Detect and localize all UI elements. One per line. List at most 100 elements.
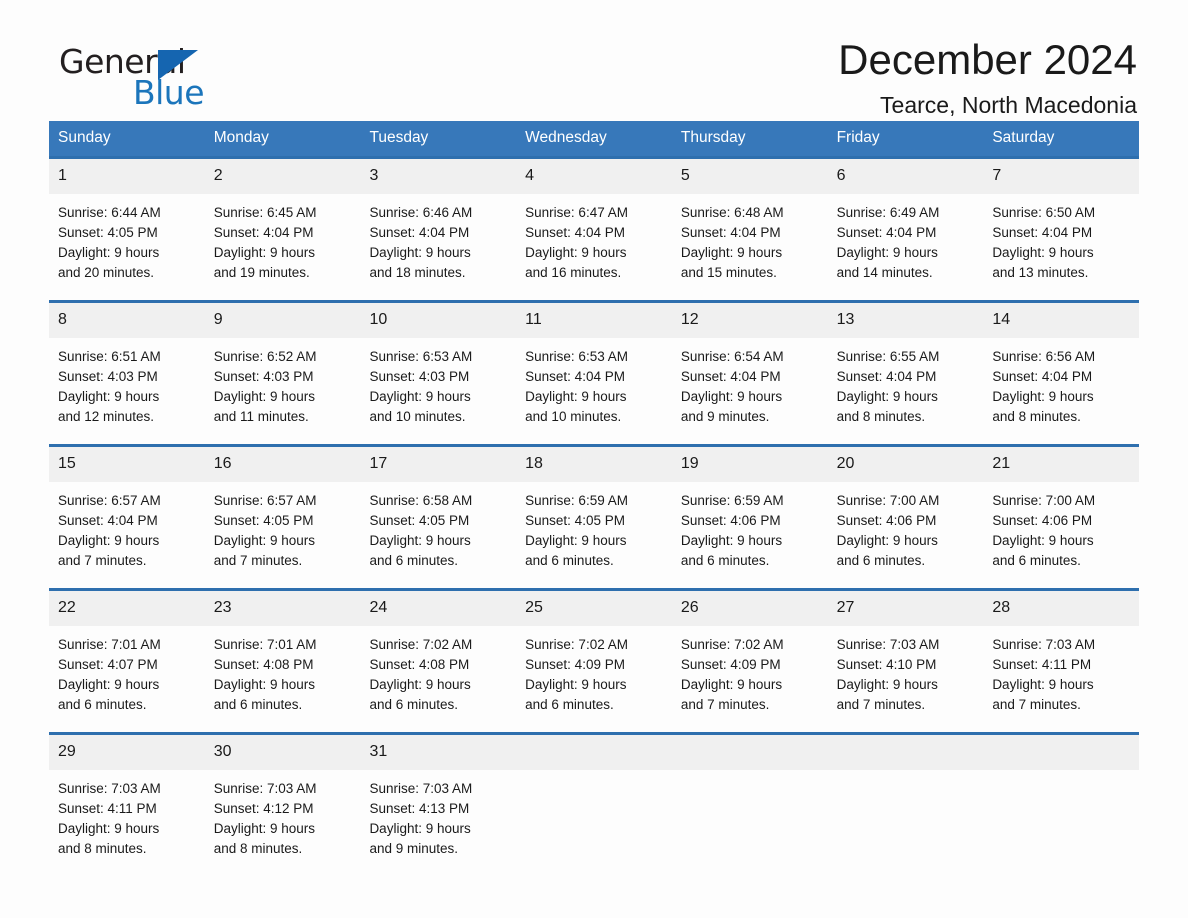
weekday-header-row: Sunday Monday Tuesday Wednesday Thursday… bbox=[49, 121, 1139, 156]
sunset-text: Sunset: 4:10 PM bbox=[836, 656, 937, 672]
daylight-text-line1: Daylight: 9 hours bbox=[58, 244, 160, 260]
sunrise-text: Sunrise: 7:00 AM bbox=[836, 492, 940, 508]
day-cell[interactable]: Sunrise: 6:56 AM Sunset: 4:04 PM Dayligh… bbox=[983, 338, 1139, 444]
day-number[interactable]: 3 bbox=[360, 159, 516, 194]
day-number-band: 22 23 24 25 26 27 28 bbox=[49, 590, 1139, 626]
day-number[interactable]: 22 bbox=[49, 591, 205, 626]
day-cell-row: Sunrise: 7:01 AM Sunset: 4:07 PM Dayligh… bbox=[49, 625, 1139, 732]
daylight-text-line1: Daylight: 9 hours bbox=[58, 820, 160, 836]
day-cell[interactable]: Sunrise: 7:01 AM Sunset: 4:08 PM Dayligh… bbox=[205, 626, 361, 732]
daylight-text-line2: and 10 minutes. bbox=[525, 408, 622, 424]
day-cell[interactable]: Sunrise: 6:48 AM Sunset: 4:04 PM Dayligh… bbox=[672, 194, 828, 300]
sunrise-text: Sunrise: 6:59 AM bbox=[680, 492, 784, 508]
day-number[interactable]: 20 bbox=[828, 447, 984, 482]
day-cell[interactable]: Sunrise: 6:59 AM Sunset: 4:06 PM Dayligh… bbox=[672, 482, 828, 588]
sunrise-text: Sunrise: 7:03 AM bbox=[836, 636, 940, 652]
daylight-text-line1: Daylight: 9 hours bbox=[992, 244, 1094, 260]
day-cell[interactable]: Sunrise: 6:57 AM Sunset: 4:04 PM Dayligh… bbox=[49, 482, 205, 588]
day-number[interactable]: 8 bbox=[49, 303, 205, 338]
day-number[interactable]: 18 bbox=[516, 447, 672, 482]
day-number[interactable]: 12 bbox=[672, 303, 828, 338]
day-cell[interactable]: Sunrise: 6:50 AM Sunset: 4:04 PM Dayligh… bbox=[983, 194, 1139, 300]
daylight-text-line2: and 13 minutes. bbox=[992, 264, 1089, 280]
day-number[interactable]: 2 bbox=[205, 159, 361, 194]
day-number[interactable]: 31 bbox=[360, 735, 516, 770]
day-number[interactable]: 21 bbox=[983, 447, 1139, 482]
day-number[interactable]: 15 bbox=[49, 447, 205, 482]
day-cell[interactable]: Sunrise: 6:53 AM Sunset: 4:03 PM Dayligh… bbox=[360, 338, 516, 444]
daylight-text-line1: Daylight: 9 hours bbox=[836, 532, 938, 548]
day-cell[interactable]: Sunrise: 7:03 AM Sunset: 4:10 PM Dayligh… bbox=[828, 626, 984, 732]
day-number-empty bbox=[672, 735, 828, 770]
sunset-text: Sunset: 4:04 PM bbox=[836, 368, 937, 384]
day-number[interactable]: 27 bbox=[828, 591, 984, 626]
day-number[interactable]: 25 bbox=[516, 591, 672, 626]
day-cell[interactable]: Sunrise: 6:54 AM Sunset: 4:04 PM Dayligh… bbox=[672, 338, 828, 444]
sunrise-text: Sunrise: 6:50 AM bbox=[992, 204, 1096, 220]
day-number[interactable]: 16 bbox=[205, 447, 361, 482]
day-cell[interactable]: Sunrise: 6:45 AM Sunset: 4:04 PM Dayligh… bbox=[205, 194, 361, 300]
daylight-text-line1: Daylight: 9 hours bbox=[58, 676, 160, 692]
sunset-text: Sunset: 4:03 PM bbox=[369, 368, 470, 384]
day-number[interactable]: 5 bbox=[672, 159, 828, 194]
day-cell[interactable]: Sunrise: 7:02 AM Sunset: 4:09 PM Dayligh… bbox=[672, 626, 828, 732]
day-cell[interactable]: Sunrise: 6:49 AM Sunset: 4:04 PM Dayligh… bbox=[828, 194, 984, 300]
day-cell[interactable]: Sunrise: 7:03 AM Sunset: 4:11 PM Dayligh… bbox=[983, 626, 1139, 732]
day-number[interactable]: 10 bbox=[360, 303, 516, 338]
day-number[interactable]: 6 bbox=[828, 159, 984, 194]
day-number[interactable]: 11 bbox=[516, 303, 672, 338]
daylight-text-line1: Daylight: 9 hours bbox=[369, 388, 471, 404]
day-number[interactable]: 23 bbox=[205, 591, 361, 626]
day-number[interactable]: 13 bbox=[828, 303, 984, 338]
calendar-page: General Blue December 2024 Tearce, North… bbox=[0, 0, 1188, 918]
day-number[interactable]: 28 bbox=[983, 591, 1139, 626]
day-cell[interactable]: Sunrise: 7:03 AM Sunset: 4:11 PM Dayligh… bbox=[49, 770, 205, 874]
day-number[interactable]: 7 bbox=[983, 159, 1139, 194]
day-number[interactable]: 30 bbox=[205, 735, 361, 770]
day-cell[interactable]: Sunrise: 7:00 AM Sunset: 4:06 PM Dayligh… bbox=[983, 482, 1139, 588]
sunrise-text: Sunrise: 6:58 AM bbox=[369, 492, 473, 508]
day-number[interactable]: 1 bbox=[49, 159, 205, 194]
day-cell[interactable]: Sunrise: 7:02 AM Sunset: 4:08 PM Dayligh… bbox=[360, 626, 516, 732]
generalblue-logo[interactable]: General Blue bbox=[59, 45, 259, 115]
day-cell[interactable]: Sunrise: 7:03 AM Sunset: 4:13 PM Dayligh… bbox=[360, 770, 516, 874]
daylight-text-line2: and 12 minutes. bbox=[58, 408, 155, 424]
day-cell[interactable]: Sunrise: 6:58 AM Sunset: 4:05 PM Dayligh… bbox=[360, 482, 516, 588]
day-cell[interactable]: Sunrise: 7:01 AM Sunset: 4:07 PM Dayligh… bbox=[49, 626, 205, 732]
sunset-text: Sunset: 4:08 PM bbox=[213, 656, 314, 672]
sunset-text: Sunset: 4:05 PM bbox=[58, 224, 158, 240]
sunrise-text: Sunrise: 7:02 AM bbox=[525, 636, 628, 652]
day-cell[interactable]: Sunrise: 6:44 AM Sunset: 4:05 PM Dayligh… bbox=[49, 194, 205, 300]
day-cell[interactable]: Sunrise: 6:57 AM Sunset: 4:05 PM Dayligh… bbox=[205, 482, 361, 588]
sunset-text: Sunset: 4:05 PM bbox=[369, 512, 470, 528]
day-number[interactable]: 14 bbox=[983, 303, 1139, 338]
day-number[interactable]: 17 bbox=[360, 447, 516, 482]
day-cell[interactable]: Sunrise: 6:52 AM Sunset: 4:03 PM Dayligh… bbox=[205, 338, 361, 444]
day-number[interactable]: 29 bbox=[49, 735, 205, 770]
day-number[interactable]: 26 bbox=[672, 591, 828, 626]
day-cell[interactable]: Sunrise: 6:51 AM Sunset: 4:03 PM Dayligh… bbox=[49, 338, 205, 444]
day-cell[interactable]: Sunrise: 6:59 AM Sunset: 4:05 PM Dayligh… bbox=[516, 482, 672, 588]
day-cell[interactable]: Sunrise: 7:00 AM Sunset: 4:06 PM Dayligh… bbox=[828, 482, 984, 588]
day-cell[interactable]: Sunrise: 6:46 AM Sunset: 4:04 PM Dayligh… bbox=[360, 194, 516, 300]
title-block: December 2024 Tearce, North Macedonia bbox=[838, 36, 1137, 118]
day-cell-row: Sunrise: 6:51 AM Sunset: 4:03 PM Dayligh… bbox=[49, 337, 1139, 444]
daylight-text-line1: Daylight: 9 hours bbox=[836, 244, 938, 260]
day-number[interactable]: 9 bbox=[205, 303, 361, 338]
daylight-text-line2: and 8 minutes. bbox=[992, 408, 1081, 424]
daylight-text-line2: and 6 minutes. bbox=[525, 696, 614, 712]
sunrise-text: Sunrise: 6:49 AM bbox=[836, 204, 940, 220]
daylight-text-line2: and 6 minutes. bbox=[680, 552, 770, 568]
day-cell[interactable]: Sunrise: 7:02 AM Sunset: 4:09 PM Dayligh… bbox=[516, 626, 672, 732]
day-cell[interactable]: Sunrise: 6:53 AM Sunset: 4:04 PM Dayligh… bbox=[516, 338, 672, 444]
daylight-text-line2: and 15 minutes. bbox=[680, 264, 777, 280]
day-number[interactable]: 19 bbox=[672, 447, 828, 482]
day-cell[interactable]: Sunrise: 7:03 AM Sunset: 4:12 PM Dayligh… bbox=[205, 770, 361, 874]
day-number[interactable]: 4 bbox=[516, 159, 672, 194]
sunrise-text: Sunrise: 6:53 AM bbox=[369, 348, 473, 364]
day-cell[interactable]: Sunrise: 6:55 AM Sunset: 4:04 PM Dayligh… bbox=[828, 338, 984, 444]
day-cell[interactable]: Sunrise: 6:47 AM Sunset: 4:04 PM Dayligh… bbox=[516, 194, 672, 300]
week-row: 22 23 24 25 26 27 28 Sunrise: 7:01 AM Su… bbox=[49, 587, 1139, 732]
day-number[interactable]: 24 bbox=[360, 591, 516, 626]
sunrise-text: Sunrise: 6:57 AM bbox=[213, 492, 317, 508]
